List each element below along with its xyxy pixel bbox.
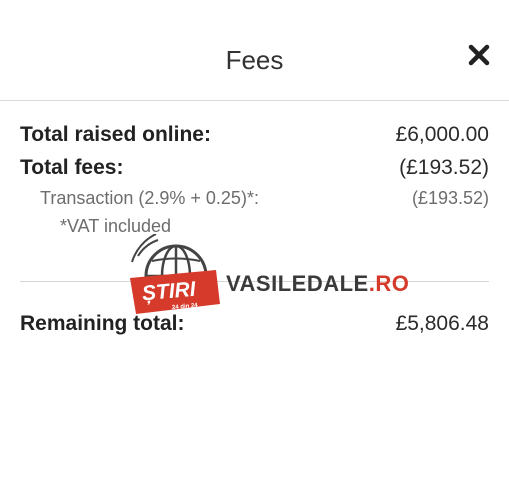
watermark-badge-text: ȘTIRI bbox=[141, 277, 197, 306]
total-raised-label: Total raised online: bbox=[20, 123, 211, 146]
total-raised-row: Total raised online: £6,000.00 bbox=[20, 123, 489, 147]
total-fees-value: (£193.52) bbox=[399, 156, 489, 179]
total-raised-value: £6,000.00 bbox=[395, 123, 489, 146]
transaction-value: (£193.52) bbox=[411, 188, 489, 208]
watermark-site-name: VASILEDALE.RO bbox=[226, 271, 409, 297]
watermark: ȘTIRI 24 din 24 VASILEDALE.RO bbox=[128, 234, 428, 324]
transaction-row: Transaction (2.9% + 0.25)*: (£193.52) bbox=[40, 188, 489, 209]
page-title: Fees bbox=[225, 45, 284, 75]
watermark-site-tld: .RO bbox=[368, 271, 410, 296]
top-bar bbox=[0, 0, 509, 22]
fees-sheet: Fees Total raised online: £6,000.00 Tota… bbox=[0, 22, 509, 500]
close-icon bbox=[468, 44, 490, 66]
transaction-label: Transaction (2.9% + 0.25)*: bbox=[40, 188, 259, 208]
fees-header: Fees bbox=[0, 22, 509, 101]
total-fees-label: Total fees: bbox=[20, 156, 124, 179]
close-button[interactable] bbox=[466, 42, 492, 68]
watermark-site-main: VASILEDALE bbox=[226, 271, 369, 296]
total-fees-row: Total fees: (£193.52) bbox=[20, 156, 489, 180]
